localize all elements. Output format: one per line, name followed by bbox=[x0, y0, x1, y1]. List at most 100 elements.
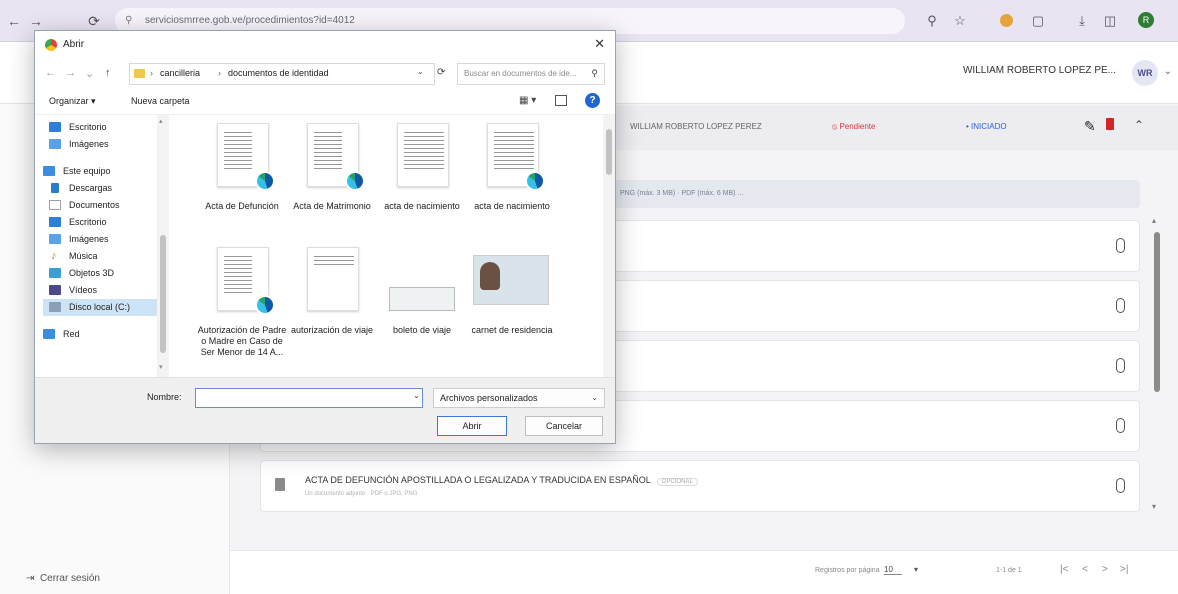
scroll-down-icon[interactable]: ▾ bbox=[159, 363, 163, 371]
zoom-icon[interactable]: ⚲ bbox=[922, 11, 942, 31]
refresh-icon[interactable]: ⟳ bbox=[437, 67, 445, 78]
rows-per-page-select[interactable]: 10 bbox=[884, 565, 902, 575]
breadcrumb-separator: › bbox=[218, 68, 221, 78]
profile-icon[interactable]: R bbox=[1138, 12, 1154, 28]
pictures-icon bbox=[49, 139, 61, 149]
recent-locations-icon[interactable]: ⌄ bbox=[85, 67, 94, 80]
cancel-button[interactable]: Cancelar bbox=[525, 416, 603, 436]
content-scrollbar[interactable] bbox=[1154, 232, 1160, 392]
nav-item-red[interactable]: Red bbox=[37, 326, 161, 343]
forward-icon[interactable]: → bbox=[28, 13, 44, 29]
close-button[interactable]: ✕ bbox=[594, 36, 605, 52]
scroll-down-icon[interactable]: ▾ bbox=[1152, 502, 1156, 511]
address-bar[interactable]: › cancilleria › documentos de identidad bbox=[129, 63, 435, 85]
dialog-address-row: ← → ⌄ ↑ › cancilleria › documentos de id… bbox=[35, 59, 615, 89]
filename-input[interactable] bbox=[195, 388, 423, 408]
nav-item-disco-local[interactable]: Disco local (C:) bbox=[43, 299, 157, 316]
nav-item-escritorio[interactable]: Escritorio bbox=[43, 119, 167, 136]
scroll-up-icon[interactable]: ▴ bbox=[159, 117, 163, 125]
scrollbar-thumb[interactable] bbox=[160, 235, 166, 353]
nav-item-objetos-3d[interactable]: Objetos 3D bbox=[43, 265, 167, 282]
nav-item-imagenes-2[interactable]: Imágenes bbox=[43, 231, 167, 248]
first-page-button[interactable]: |< bbox=[1060, 564, 1068, 575]
reload-icon[interactable]: ⟳ bbox=[86, 13, 102, 29]
search-input[interactable]: Buscar en documentos de ide... ⚲ bbox=[457, 63, 605, 85]
download-icon[interactable]: ⤓ bbox=[1072, 11, 1092, 31]
scrollbar-thumb[interactable] bbox=[606, 129, 612, 175]
file-list-scrollbar[interactable] bbox=[603, 115, 615, 377]
scroll-up-icon[interactable]: ▴ bbox=[1152, 216, 1156, 225]
document-row: ACTA DE DEFUNCIÓN APOSTILLADA O LEGALIZA… bbox=[260, 460, 1140, 512]
organize-button[interactable]: Organizar ▾ bbox=[49, 96, 96, 107]
applicant-name: WILLIAM ROBERTO LOPEZ PEREZ bbox=[630, 122, 762, 131]
caret-down-icon[interactable]: ▾ bbox=[914, 565, 918, 574]
logout-label: Cerrar sesión bbox=[39, 573, 100, 584]
back-icon[interactable]: ← bbox=[6, 13, 22, 29]
new-folder-button[interactable]: Nueva carpeta bbox=[131, 96, 190, 106]
nav-item-descargas[interactable]: Descargas bbox=[43, 180, 167, 197]
documents-icon bbox=[49, 200, 61, 210]
help-icon[interactable]: ? bbox=[585, 93, 600, 108]
filetype-select[interactable]: Archivos personalizados ⌄ bbox=[433, 388, 605, 408]
navigation-scrollbar[interactable]: ▴ ▾ bbox=[157, 115, 169, 377]
file-name: acta de nacimiento bbox=[474, 201, 550, 211]
file-thumbnail bbox=[307, 247, 359, 311]
chrome-logo-icon bbox=[45, 39, 57, 51]
puzzle-icon[interactable]: ▢ bbox=[1028, 11, 1048, 31]
view-options-icon[interactable]: ▦ ▾ bbox=[519, 95, 536, 106]
nav-item-este-equipo[interactable]: Este equipo bbox=[37, 163, 161, 180]
chevron-down-icon[interactable]: ⌄ bbox=[591, 393, 598, 402]
preview-pane-icon[interactable] bbox=[555, 95, 567, 106]
file-item[interactable]: Acta de Defunción bbox=[197, 115, 287, 245]
breadcrumb-cancilleria[interactable]: cancilleria bbox=[160, 68, 200, 78]
open-button[interactable]: Abrir bbox=[437, 416, 507, 436]
up-folder-icon[interactable]: ↑ bbox=[105, 67, 111, 79]
file-name: acta de nacimiento bbox=[384, 201, 460, 211]
url-text: serviciosmrree.gob.ve/procedimientos?id=… bbox=[145, 15, 355, 26]
chevron-up-icon[interactable]: ⌃ bbox=[1134, 118, 1144, 132]
forward-icon[interactable]: → bbox=[65, 67, 76, 79]
file-item[interactable]: Acta de Matrimonio bbox=[287, 115, 377, 245]
avatar[interactable]: WR bbox=[1132, 60, 1158, 86]
next-page-button[interactable]: > bbox=[1102, 564, 1108, 575]
file-item[interactable]: carnet de residencia bbox=[467, 239, 557, 369]
file-item[interactable]: boleto de viaje bbox=[377, 239, 467, 369]
sidepanel-icon[interactable]: ◫ bbox=[1100, 11, 1120, 31]
attach-icon[interactable] bbox=[1116, 298, 1125, 313]
file-item[interactable]: autorización de viaje bbox=[287, 239, 377, 369]
nav-item-videos[interactable]: Vídeos bbox=[43, 282, 167, 299]
attach-icon[interactable] bbox=[1116, 238, 1125, 253]
filename-dropdown-icon[interactable]: ⌄ bbox=[413, 391, 420, 400]
address-dropdown-icon[interactable]: ⌄ bbox=[417, 67, 424, 76]
filename-label: Nombre: bbox=[147, 392, 182, 402]
file-list: Acta de Defunción Acta de Matrimonio act… bbox=[175, 115, 615, 377]
edit-icon[interactable]: ✎ bbox=[1084, 118, 1096, 135]
edge-pdf-icon bbox=[525, 171, 545, 191]
file-item[interactable]: acta de nacimiento bbox=[377, 115, 467, 245]
file-item[interactable]: Autorización de Padre o Madre en Caso de… bbox=[197, 239, 287, 369]
attach-icon[interactable] bbox=[1116, 358, 1125, 373]
prev-page-button[interactable]: < bbox=[1082, 564, 1088, 575]
file-item[interactable]: acta de nacimiento bbox=[467, 115, 557, 245]
downloads-icon bbox=[51, 183, 59, 193]
extension-icon[interactable] bbox=[1000, 14, 1013, 27]
attach-icon[interactable] bbox=[1116, 418, 1125, 433]
breadcrumb-documentos[interactable]: documentos de identidad bbox=[228, 68, 329, 78]
file-name: Acta de Matrimonio bbox=[293, 201, 371, 211]
nav-item-documentos[interactable]: Documentos bbox=[43, 197, 167, 214]
dialog-titlebar: Abrir ✕ bbox=[35, 31, 615, 59]
back-icon[interactable]: ← bbox=[45, 67, 56, 79]
nav-item-imagenes[interactable]: Imágenes bbox=[43, 136, 167, 153]
file-name: boleto de viaje bbox=[392, 325, 452, 335]
search-icon[interactable]: ⚲ bbox=[591, 68, 598, 79]
user-name[interactable]: WILLIAM ROBERTO LOPEZ PE... bbox=[963, 65, 1116, 76]
chevron-down-icon[interactable]: ⌄ bbox=[1164, 66, 1172, 77]
attach-icon[interactable] bbox=[1116, 478, 1125, 493]
last-page-button[interactable]: >| bbox=[1120, 564, 1128, 575]
star-icon[interactable]: ☆ bbox=[950, 11, 970, 31]
nav-item-escritorio-2[interactable]: Escritorio bbox=[43, 214, 167, 231]
computer-icon bbox=[43, 166, 55, 176]
delete-icon[interactable] bbox=[1106, 118, 1114, 130]
nav-item-musica[interactable]: ♪ Música bbox=[43, 248, 167, 265]
logout-link[interactable]: ⇥ Cerrar sesión bbox=[26, 573, 100, 584]
